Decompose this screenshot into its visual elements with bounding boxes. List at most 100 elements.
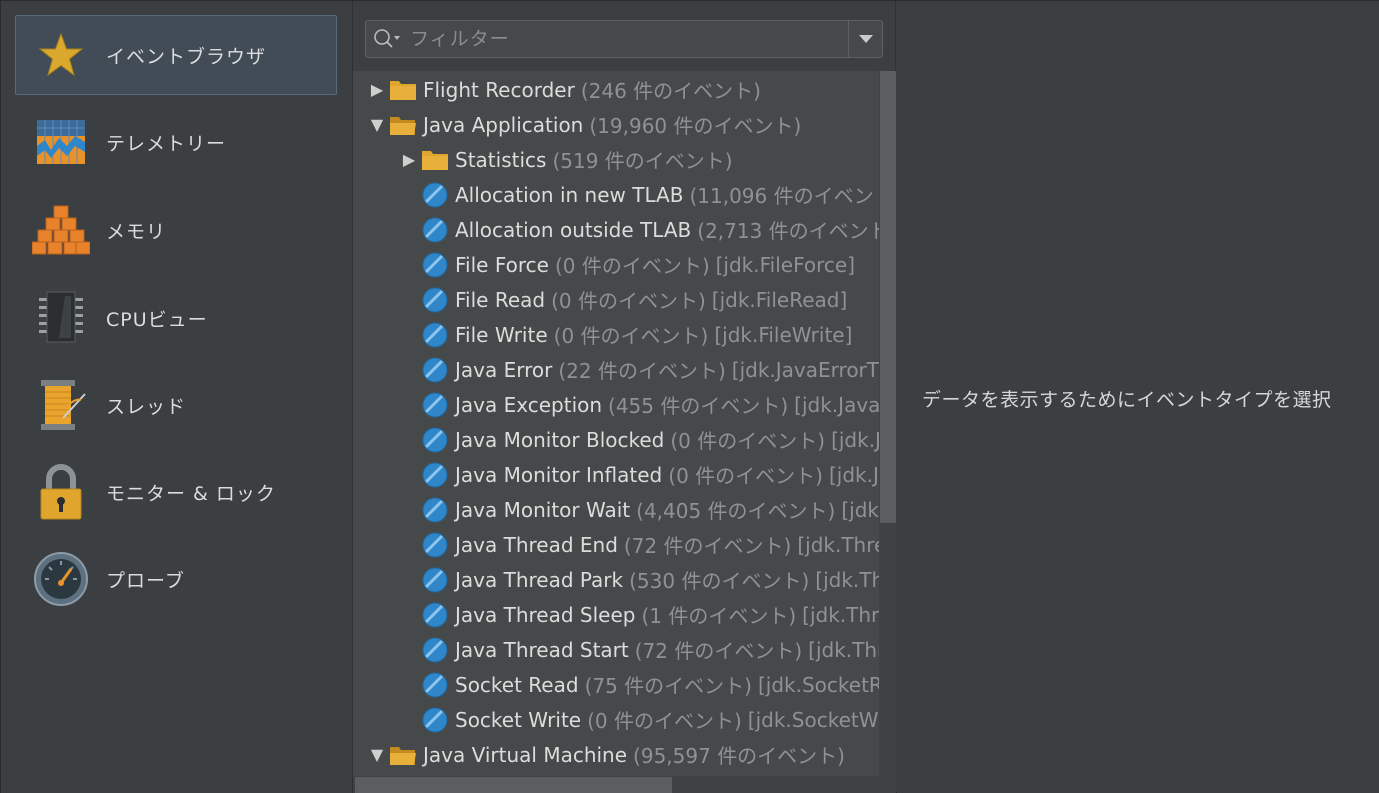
tree-row-name: File Force <box>455 252 549 277</box>
sidebar-item-label: プローブ <box>106 569 185 592</box>
tree-row-event-count: (519 件のイベント) <box>552 149 733 173</box>
tree-row-type-id: [jdk.Ja <box>831 427 879 452</box>
tree-row-name: Java Application <box>423 112 584 137</box>
tree-row-event-count: (246 件のイベント) <box>580 79 761 103</box>
tree-row-name: File Write <box>455 322 548 347</box>
sidebar-item-monitors-locks[interactable]: モニター & ロック <box>15 452 337 532</box>
event-type-icon <box>421 566 449 594</box>
tree-folder-row[interactable]: ▼ Java Virtual Machine (95,597 件のイベント) <box>353 737 879 772</box>
collapsed-arrow-icon[interactable]: ▶ <box>365 72 389 107</box>
sidebar-item-threads[interactable]: スレッド <box>15 365 337 445</box>
gauge-icon <box>16 539 106 619</box>
tree-row-type-id: [jdk.Threa <box>802 602 879 627</box>
tree-event-row[interactable]: Java Thread Park(530 件のイベント)[jdk.Thre <box>353 562 879 597</box>
tree-event-row[interactable]: Java Exception(455 件のイベント)[jdk.JavaEx <box>353 387 879 422</box>
empty-state-message: データを表示するためにイベントタイプを選択 <box>922 389 1332 411</box>
sidebar-item-label: CPUビュー <box>106 308 208 331</box>
tree-folder-row[interactable]: ▶ Flight Recorder (246 件のイベント) <box>353 72 879 107</box>
event-type-icon <box>421 356 449 384</box>
event-type-icon <box>421 321 449 349</box>
horizontal-scrollbar-thumb[interactable] <box>355 777 672 793</box>
tree-row-name: Java Thread Park <box>455 567 624 592</box>
tree-event-row[interactable]: Java Thread Sleep(1 件のイベント)[jdk.Threa <box>353 597 879 632</box>
tree-row-name: Java Monitor Inflated <box>455 462 663 487</box>
view-sidebar: イベントブラウザ テレメトリー メモリ CPUビュー スレッド モニター & ロ… <box>1 1 353 793</box>
tree-event-row[interactable]: File Write (0 件のイベント) [jdk.FileWrite] <box>353 317 879 352</box>
event-type-icon <box>421 706 449 734</box>
tree-row-event-count: (0 件のイベント) <box>554 254 710 278</box>
app-window: イベントブラウザ テレメトリー メモリ CPUビュー スレッド モニター & ロ… <box>0 0 1379 793</box>
tree-event-row[interactable]: Socket Write(0 件のイベント)[jdk.SocketWrit <box>353 702 879 737</box>
cpu-chip-icon <box>16 278 106 358</box>
expanded-arrow-icon[interactable]: ▼ <box>365 107 389 142</box>
tree-event-row[interactable]: Java Thread End(72 件のイベント)[jdk.Threa <box>353 527 879 562</box>
filter-box <box>365 20 883 58</box>
tree-event-row[interactable]: Java Thread Start(72 件のイベント)[jdk.Threa <box>353 632 879 667</box>
tree-row-event-count: (0 件のイベント) <box>551 289 706 313</box>
search-icon <box>374 29 400 48</box>
tree-row-event-count: (530 件のイベント) <box>629 569 810 593</box>
tree-event-row[interactable]: Java Monitor Wait(4,405 件のイベント)[jdk.J <box>353 492 879 527</box>
event-type-tree[interactable]: ▶ Flight Recorder (246 件のイベント) ▼ Java Applic… <box>353 71 879 776</box>
tree-row-name: Java Virtual Machine <box>423 742 628 767</box>
tree-row-type-id: [jdk.SocketWrit <box>747 707 879 732</box>
tree-row-event-count: (2,713 件のイベント) <box>697 219 879 243</box>
tree-event-row[interactable]: Java Error(22 件のイベント)[jdk.JavaErrorThr <box>353 352 879 387</box>
tree-row-name: Socket Write <box>455 707 582 732</box>
sidebar-item-memory[interactable]: メモリ <box>15 190 337 270</box>
tree-row-type-id: [jdk.Thre <box>815 567 879 592</box>
tree-row-name: Allocation outside TLAB <box>455 217 692 242</box>
tree-row-name: Java Exception <box>455 392 603 417</box>
tree-row-event-count: (11,096 件のイベント) <box>689 184 879 208</box>
folder-icon <box>421 146 449 174</box>
event-type-icon <box>421 391 449 419</box>
tree-event-row[interactable]: Allocation outside TLAB (2,713 件のイベント) <box>353 212 879 247</box>
tree-event-row[interactable]: File Read (0 件のイベント) [jdk.FileRead] <box>353 282 879 317</box>
tree-folder-row[interactable]: ▼ Java Application (19,960 件のイベント) <box>353 107 879 142</box>
filter-input[interactable] <box>410 22 848 56</box>
collapsed-arrow-icon[interactable]: ▶ <box>397 142 421 177</box>
expanded-arrow-icon[interactable]: ▼ <box>365 737 389 772</box>
event-type-icon <box>421 636 449 664</box>
event-type-icon <box>421 426 449 454</box>
tree-row-name: Flight Recorder <box>423 77 575 102</box>
tree-row-type-id: [jdk.Threa <box>808 637 879 662</box>
event-type-icon <box>421 216 449 244</box>
tree-row-event-count: (0 件のイベント) <box>587 709 742 733</box>
tree-row-event-count: (22 件のイベント) <box>558 359 726 383</box>
event-type-icon <box>421 496 449 524</box>
telemetry-chart-icon <box>16 102 106 182</box>
tree-row-type-id: [jdk.FileWrite] <box>714 322 853 347</box>
tree-event-row[interactable]: File Force (0 件のイベント) [jdk.FileForce] <box>353 247 879 282</box>
tree-row-event-count: (75 件のイベント) <box>584 674 752 698</box>
sidebar-item-cpu[interactable]: CPUビュー <box>15 278 337 358</box>
tree-folder-row[interactable]: ▶ Statistics (519 件のイベント) <box>353 142 879 177</box>
tree-row-name: Java Monitor Blocked <box>455 427 665 452</box>
tree-row-type-id: [jdk.Ja <box>828 462 879 487</box>
search-options-button[interactable] <box>366 21 410 57</box>
tree-row-type-id: [jdk.J <box>841 497 879 522</box>
tree-row-type-id: [jdk.FileForce] <box>715 252 855 277</box>
event-detail-panel: データを表示するためにイベントタイプを選択 <box>897 1 1379 793</box>
tree-row-event-count: (0 件のイベント) <box>553 324 709 348</box>
tree-event-row[interactable]: Java Monitor Inflated(0 件のイベント)[jdk.Ja <box>353 457 879 492</box>
tree-event-row[interactable]: Allocation in new TLAB(11,096 件のイベント) <box>353 177 879 212</box>
tree-row-name: Allocation in new TLAB <box>455 182 684 207</box>
sidebar-item-label: イベントブラウザ <box>106 45 267 68</box>
tree-row-event-count: (0 件のイベント) <box>670 429 826 453</box>
sidebar-item-event-browser[interactable]: イベントブラウザ <box>15 15 337 95</box>
sidebar-item-telemetry[interactable]: テレメトリー <box>15 102 337 182</box>
memory-blocks-icon <box>16 190 106 270</box>
event-type-icon <box>421 601 449 629</box>
sidebar-item-probes[interactable]: プローブ <box>15 539 337 619</box>
sidebar-item-label: スレッド <box>106 395 187 418</box>
tree-row-event-count: (72 件のイベント) <box>623 534 792 558</box>
event-type-icon <box>421 531 449 559</box>
tree-event-row[interactable]: Java Monitor Blocked(0 件のイベント)[jdk.Ja <box>353 422 879 457</box>
tree-row-name: File Read <box>455 287 546 312</box>
tree-row-event-count: (4,405 件のイベント) <box>636 499 836 523</box>
star-icon <box>16 15 106 95</box>
filter-history-dropdown[interactable] <box>848 21 882 57</box>
vertical-scrollbar-thumb[interactable] <box>880 71 896 523</box>
tree-event-row[interactable]: Socket Read(75 件のイベント)[jdk.SocketRea <box>353 667 879 702</box>
